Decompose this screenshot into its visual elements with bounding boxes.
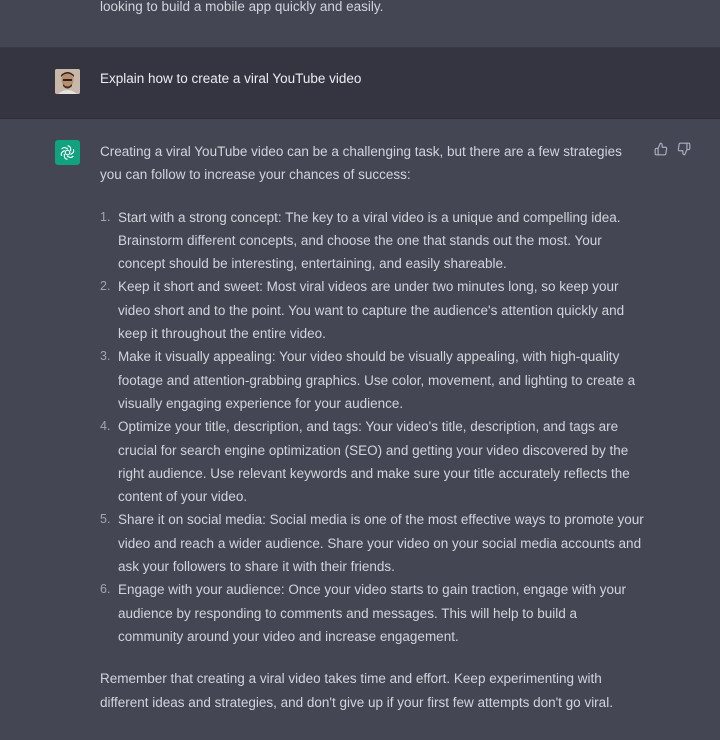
user-message-text: Explain how to create a viral YouTube vi… [100,71,362,86]
strategy-list: Start with a strong concept: The key to … [100,206,645,649]
previous-assistant-message: looking to build a mobile app quickly an… [0,0,720,48]
list-item: Engage with your audience: Once your vid… [100,578,627,644]
list-item: Keep it short and sweet: Most viral vide… [100,275,625,342]
user-message: Explain how to create a viral YouTube vi… [0,48,720,119]
openai-logo-icon [55,140,80,165]
list-item: Share it on social media: Social media i… [100,508,644,575]
thumbs-up-icon[interactable] [653,141,669,157]
previous-message-text: looking to build a mobile app quickly an… [100,0,384,14]
list-item: Make it visually appealing: Your video s… [100,345,636,411]
list-item: Start with a strong concept: The key to … [100,206,621,272]
list-item: Optimize your title, description, and ta… [100,415,630,505]
user-avatar [55,69,80,94]
assistant-message: Creating a viral YouTube video can be a … [0,119,720,740]
assistant-message-body: Creating a viral YouTube video can be a … [100,140,645,714]
thumbs-down-icon[interactable] [676,141,692,157]
assistant-closing: Remember that creating a viral video tak… [100,671,613,710]
assistant-intro: Creating a viral YouTube video can be a … [100,144,622,183]
